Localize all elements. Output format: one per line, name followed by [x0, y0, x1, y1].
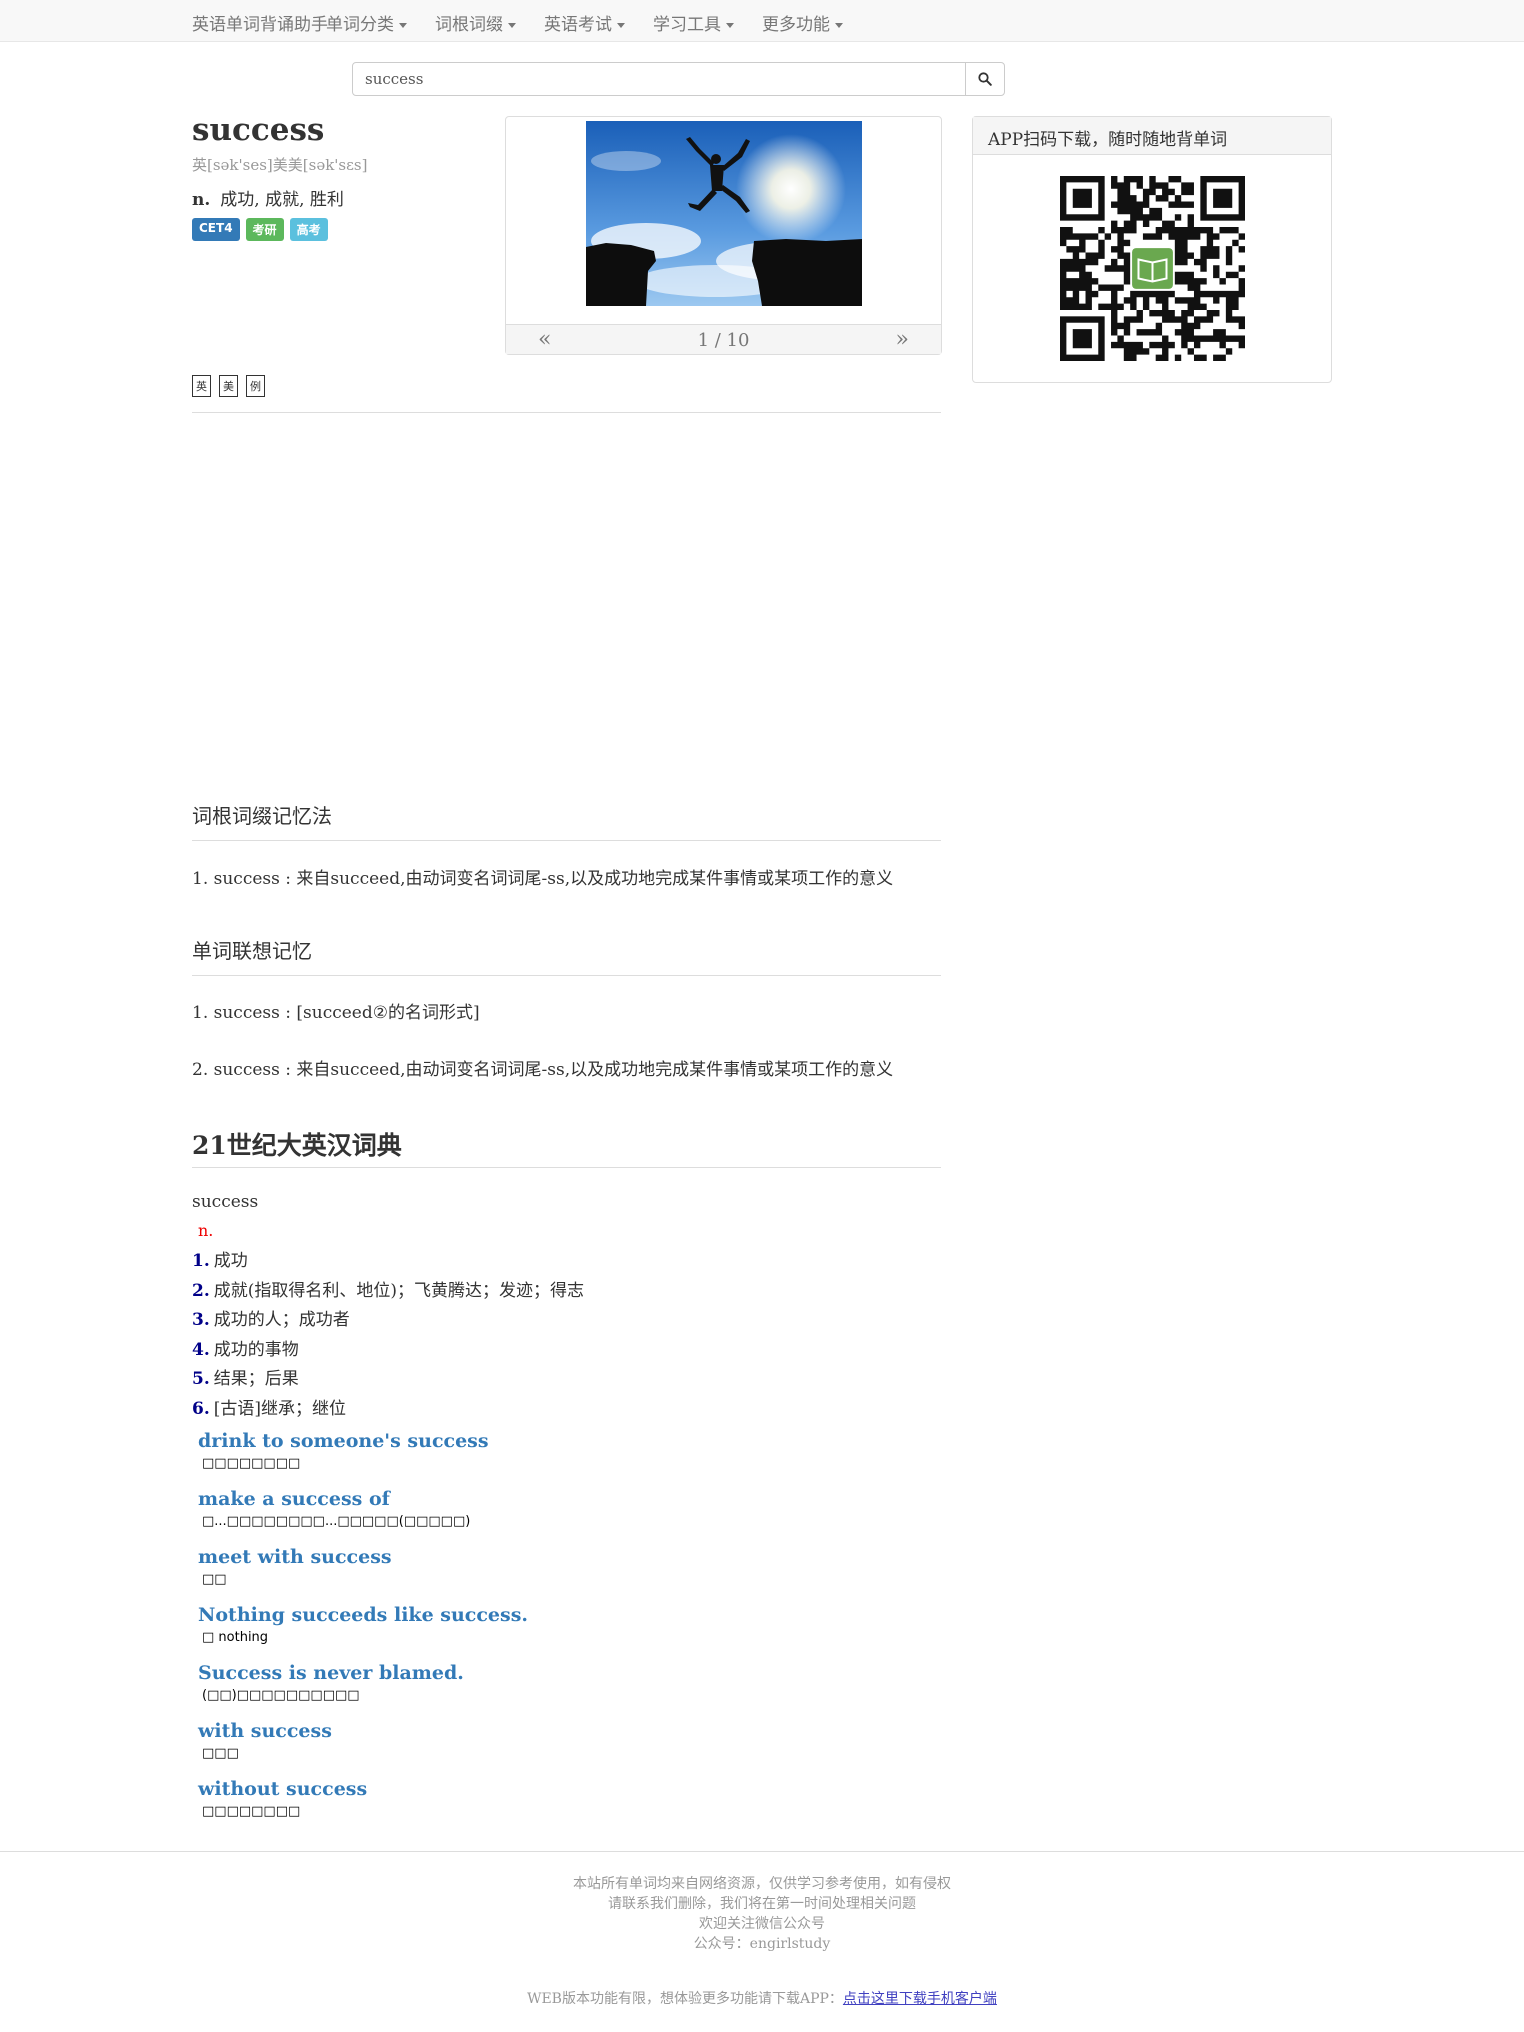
word-meaning: 成功, 成就, 胜利 — [220, 190, 344, 210]
word-phonetic[interactable]: 英[sək'ses]美美[sək'sɛs] — [192, 154, 367, 175]
phrase-text[interactable]: meet with success — [198, 1546, 528, 1568]
phrase-text[interactable]: Success is never blamed. — [198, 1662, 528, 1684]
footer-download: WEB版本功能有限，想体验更多功能请下载APP：点击这里下载手机客户端 — [0, 1988, 1524, 2008]
section-title-association: 单词联想记忆 — [192, 939, 312, 963]
qr-code-icon[interactable] — [1060, 176, 1246, 362]
phrase-text[interactable]: drink to someone's success — [198, 1430, 528, 1452]
association-item: 1. success : [succeed②的名词形式] — [192, 1003, 480, 1023]
phrase-item: Success is never blamed. (□□)□□□□□□□□□□ — [198, 1662, 528, 1720]
badge-kaoyan: 考研 — [245, 218, 284, 241]
sense-item: 2. 成就(指取得名利、地位)；飞黄腾达；发迹；得志 — [192, 1280, 585, 1301]
section-title-roots: 词根词缀记忆法 — [192, 804, 332, 828]
caret-down-icon — [399, 23, 407, 28]
phrase-translation: (□□)□□□□□□□□□□ — [202, 1688, 360, 1703]
phrase-item: drink to someone's success □□□□□□□□ — [198, 1430, 528, 1488]
phrase-translation: □ nothing — [202, 1630, 269, 1645]
nav-menu-more[interactable]: 更多功能 — [762, 10, 843, 35]
nav-menu-roots[interactable]: 词根词缀 — [435, 10, 516, 35]
search-button[interactable] — [965, 62, 1005, 96]
divider — [192, 412, 941, 413]
footer-line: 本站所有单词均来自网络资源，仅供学习参考使用，如有侵权 — [573, 1876, 951, 1892]
nav-menu-tools[interactable]: 学习工具 — [653, 10, 734, 35]
dictionary-headword: success — [192, 1192, 259, 1212]
phrase-item: meet with success □□ — [198, 1546, 528, 1604]
phrase-item: Nothing succeeds like success. □ nothing — [198, 1604, 528, 1662]
phrase-item: make a success of □...□□□□□□□□...□□□□□(□□… — [198, 1488, 528, 1546]
footer-info: 本站所有单词均来自网络资源，仅供学习参考使用，如有侵权 请联系我们删除，我们将在… — [0, 1874, 1524, 1954]
app-download-panel: APP扫码下载，随时随地背单词 — [972, 116, 1332, 383]
sense-item: 3. 成功的人；成功者 — [192, 1310, 350, 1330]
dictionary-pos: n. — [198, 1221, 214, 1240]
image-carousel: « 1 / 10 » — [505, 116, 942, 355]
footer-download-text: WEB版本功能有限，想体验更多功能请下载APP： — [527, 1991, 843, 2007]
nav-menu-exams[interactable]: 英语考试 — [544, 10, 625, 35]
word-pos: n. — [192, 190, 211, 210]
divider — [192, 1167, 941, 1168]
badge-cet4: CET4 — [192, 218, 240, 241]
footer-line: 请联系我们删除，我们将在第一时间处理相关问题 — [608, 1896, 916, 1912]
footer-line: 公众号：engirlstudy — [693, 1936, 831, 1952]
sense-item: 5. 结果；后果 — [192, 1369, 299, 1389]
sense-item: 1. 成功 — [192, 1251, 248, 1271]
footer-line: 欢迎关注微信公众号 — [699, 1916, 825, 1932]
search-input[interactable] — [352, 62, 966, 96]
carousel-pager: « 1 / 10 » — [506, 324, 941, 354]
phrase-text[interactable]: without success — [198, 1778, 528, 1800]
divider — [192, 975, 941, 976]
nav-menu-word-categories[interactable]: 单词分类 — [326, 10, 407, 35]
tab-example[interactable]: 例 — [246, 375, 265, 397]
app-panel-title: APP扫码下载，随时随地背单词 — [973, 117, 1331, 155]
association-item: 2. success : 来自succeed,由动词变名词词尾-ss,以及成功地… — [192, 1060, 894, 1080]
carousel-page-indicator: 1 / 10 — [697, 330, 750, 351]
phrase-item: without success □□□□□□□□ — [198, 1778, 528, 1836]
phrase-text[interactable]: make a success of — [198, 1488, 528, 1510]
word-illustration — [586, 121, 862, 306]
phrase-translation: □□□□□□□□ — [202, 1456, 301, 1471]
phrase-text[interactable]: with success — [198, 1720, 528, 1742]
divider — [192, 840, 941, 841]
phrase-translation: □□□ — [202, 1746, 239, 1761]
phrase-translation: □□□□□□□□ — [202, 1804, 301, 1819]
tab-british[interactable]: 英 — [192, 375, 211, 397]
footer: 本站所有单词均来自网络资源，仅供学习参考使用，如有侵权 请联系我们删除，我们将在… — [0, 1851, 1524, 2032]
phrase-item: with success □□□ — [198, 1720, 528, 1778]
search-icon — [978, 72, 992, 86]
sense-list: 1. 成功 2. 成就(指取得名利、地位)；飞黄腾达；发迹；得志 3. 成功的人；成功… — [192, 1246, 584, 1423]
footer-download-link[interactable]: 点击这里下载手机客户端 — [843, 1991, 997, 2007]
caret-down-icon — [835, 23, 843, 28]
section-title-dictionary: 21世纪大英汉词典 — [192, 1131, 402, 1160]
roots-item: 1. success : 来自succeed,由动词变名词词尾-ss,以及成功地… — [192, 869, 894, 889]
sense-item: 6. [古语]继承；继位 — [192, 1398, 347, 1419]
nav-brand[interactable]: 英语单词背诵助手 — [192, 10, 328, 35]
nav-menu: 单词分类 词根词缀 英语考试 学习工具 更多功能 — [326, 10, 843, 35]
phrase-translation: □...□□□□□□□□...□□□□□(□□□□□) — [202, 1514, 471, 1529]
tab-american[interactable]: 美 — [219, 375, 238, 397]
caret-down-icon — [726, 23, 734, 28]
phrase-list: drink to someone's success □□□□□□□□ make … — [198, 1430, 528, 1836]
phrase-translation: □□ — [202, 1572, 227, 1587]
badge-gaokao: 高考 — [289, 218, 328, 241]
navbar: 英语单词背诵助手 单词分类 词根词缀 英语考试 学习工具 更多功能 — [0, 0, 1524, 42]
pronunciation-tabs: 英 美 例 — [192, 375, 265, 397]
word-definition: n. 成功, 成就, 胜利 — [192, 185, 344, 210]
word-title: success — [192, 112, 325, 148]
sense-item: 4. 成功的事物 — [192, 1339, 299, 1360]
carousel-next-button[interactable]: » — [896, 327, 909, 352]
word-badges: CET4 考研 高考 — [192, 218, 328, 241]
phrase-text[interactable]: Nothing succeeds like success. — [198, 1604, 528, 1626]
caret-down-icon — [617, 23, 625, 28]
caret-down-icon — [508, 23, 516, 28]
